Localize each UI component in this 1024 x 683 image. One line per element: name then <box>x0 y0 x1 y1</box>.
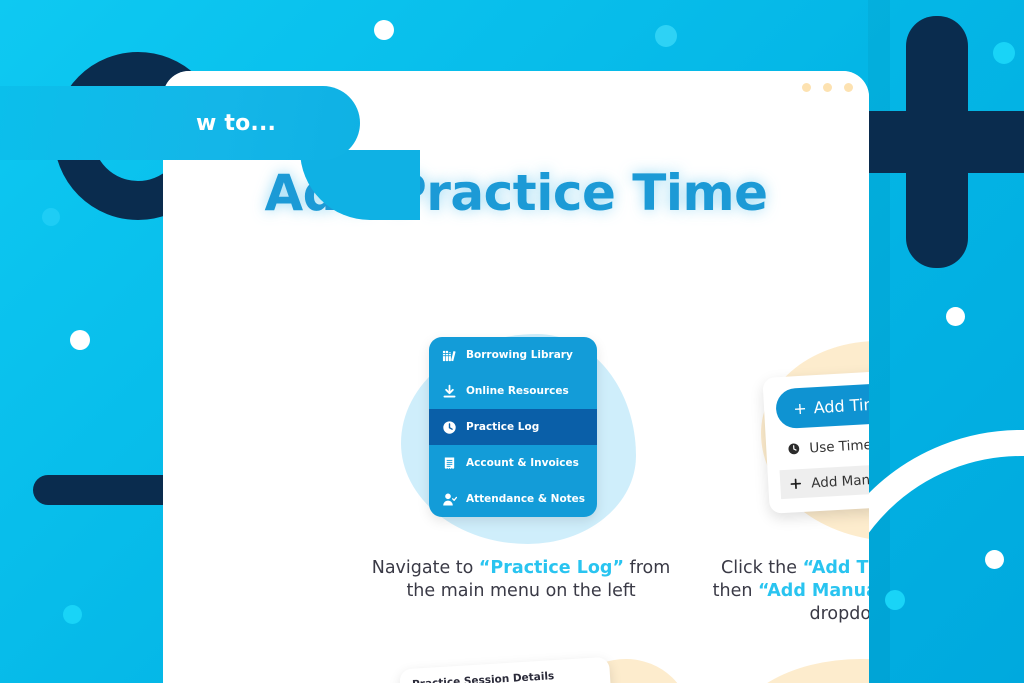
clock-icon <box>441 419 457 435</box>
titlebar-dot-2[interactable] <box>823 83 832 92</box>
decor-dot-white-4 <box>985 550 1004 569</box>
dropdown-item-use-timer[interactable]: Use Timer <box>778 427 869 464</box>
download-icon <box>441 383 457 399</box>
decor-dot-cyan-1 <box>655 25 677 47</box>
page-title: Add Practice Time <box>264 164 768 222</box>
add-time-label: Add Time <box>813 393 869 417</box>
plus-icon: + <box>792 398 808 418</box>
sidebar-item-online-resources[interactable]: Online Resources <box>429 373 597 409</box>
caption-left: Navigate to “Practice Log” from the main… <box>361 557 681 603</box>
caption-left-part1: Navigate to <box>371 558 479 578</box>
decor-dot-cyan-4 <box>63 605 82 624</box>
sidebar-item-account-invoices[interactable]: Account & Invoices <box>429 445 597 481</box>
titlebar-dots <box>802 83 853 92</box>
blob-cream-bottom-right <box>731 659 869 683</box>
sidebar-item-label: Practice Log <box>466 421 540 433</box>
add-time-dropdown-card: + Add Time Use Timer Add Manually <box>762 368 869 514</box>
sidebar-item-borrowing-library[interactable]: Borrowing Library <box>429 337 597 373</box>
decor-dot-white-2 <box>70 330 90 350</box>
dropdown-item-label: Use Timer <box>808 436 869 456</box>
invoice-icon <box>441 455 457 471</box>
decor-dot-cyan-5 <box>42 208 60 226</box>
caption-right: Click the “Add Time” button, then “Add M… <box>703 557 869 626</box>
caption-right-highlight2: “Add Manually” <box>758 581 869 602</box>
caption-left-highlight: “Practice Log” <box>478 558 624 578</box>
how-to-ribbon-label: w to... <box>196 110 277 136</box>
caption-right-part1: Click the <box>721 558 803 578</box>
dropdown-item-add-manually[interactable]: Add Manually <box>779 461 869 500</box>
plus-icon <box>788 477 804 491</box>
sidebar-item-label: Attendance & Notes <box>466 493 586 505</box>
sidebar-item-label: Online Resources <box>466 385 569 397</box>
poster-canvas: Borrowing Library Online Resources Pract… <box>0 0 1024 683</box>
decor-dot-cyan-2 <box>993 42 1015 64</box>
sidebar-item-label: Borrowing Library <box>466 349 573 361</box>
sidebar-item-label: Account & Invoices <box>466 457 579 469</box>
how-to-ribbon: w to... <box>0 86 360 160</box>
caption-right-highlight1: “Add Time” <box>802 558 869 578</box>
clock-icon <box>786 442 802 456</box>
decor-dot-white-3 <box>946 307 965 326</box>
sidebar-item-attendance-notes[interactable]: Attendance & Notes <box>429 481 597 517</box>
titlebar-dot-1[interactable] <box>802 83 811 92</box>
decor-dot-cyan-3 <box>885 590 905 610</box>
practice-session-details-card: Practice Session Details Date <box>399 656 617 683</box>
decor-dot-white-1 <box>374 20 394 40</box>
form-card-title: Practice Session Details <box>411 670 555 683</box>
books-icon <box>441 347 457 363</box>
add-time-button[interactable]: + Add Time <box>774 380 869 430</box>
app-window: Borrowing Library Online Resources Pract… <box>163 71 869 683</box>
sidebar-menu: Borrowing Library Online Resources Pract… <box>429 337 597 517</box>
person-check-icon <box>441 491 457 507</box>
dropdown-item-label: Add Manually <box>810 469 869 491</box>
sidebar-item-practice-log[interactable]: Practice Log <box>429 409 597 445</box>
titlebar-dot-3[interactable] <box>844 83 853 92</box>
